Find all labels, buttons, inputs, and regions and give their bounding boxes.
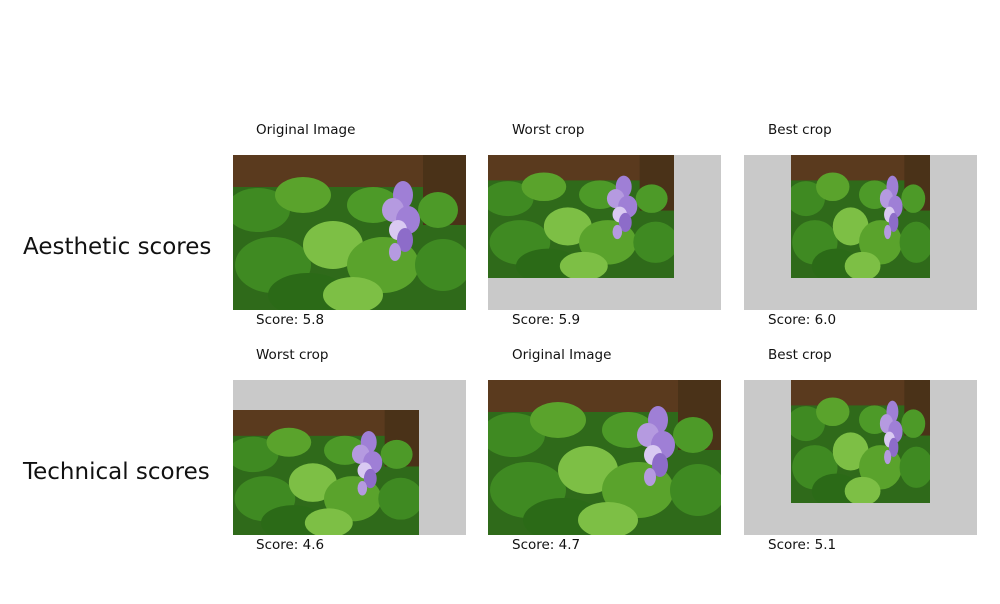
cell-title: Best crop bbox=[768, 347, 832, 363]
row-label-aesthetic: Aesthetic scores bbox=[23, 234, 212, 260]
cell-score: Score: 5.1 bbox=[768, 537, 837, 553]
flower-photo bbox=[233, 410, 419, 535]
cell-score: Score: 5.9 bbox=[512, 312, 581, 328]
cell-score: Score: 5.8 bbox=[256, 312, 325, 328]
cell-score: Score: 4.7 bbox=[512, 537, 581, 553]
cell-title: Original Image bbox=[256, 122, 356, 138]
image-frame-best-crop bbox=[744, 380, 977, 535]
cell-score: Score: 4.6 bbox=[256, 537, 325, 553]
image-frame-original bbox=[488, 380, 721, 535]
row-label-technical: Technical scores bbox=[23, 459, 210, 485]
cell-title: Worst crop bbox=[256, 347, 329, 363]
cell-score: Score: 6.0 bbox=[768, 312, 837, 328]
image-frame-original bbox=[233, 155, 466, 310]
image-frame-worst-crop bbox=[233, 380, 466, 535]
flower-photo bbox=[791, 155, 930, 278]
cell-title: Original Image bbox=[512, 347, 612, 363]
cell-title: Worst crop bbox=[512, 122, 585, 138]
flower-photo bbox=[791, 380, 930, 503]
flower-photo bbox=[488, 155, 674, 278]
cell-title: Best crop bbox=[768, 122, 832, 138]
flower-photo bbox=[488, 380, 721, 535]
flower-photo bbox=[233, 155, 466, 310]
image-frame-worst-crop bbox=[488, 155, 721, 310]
image-frame-best-crop bbox=[744, 155, 977, 310]
